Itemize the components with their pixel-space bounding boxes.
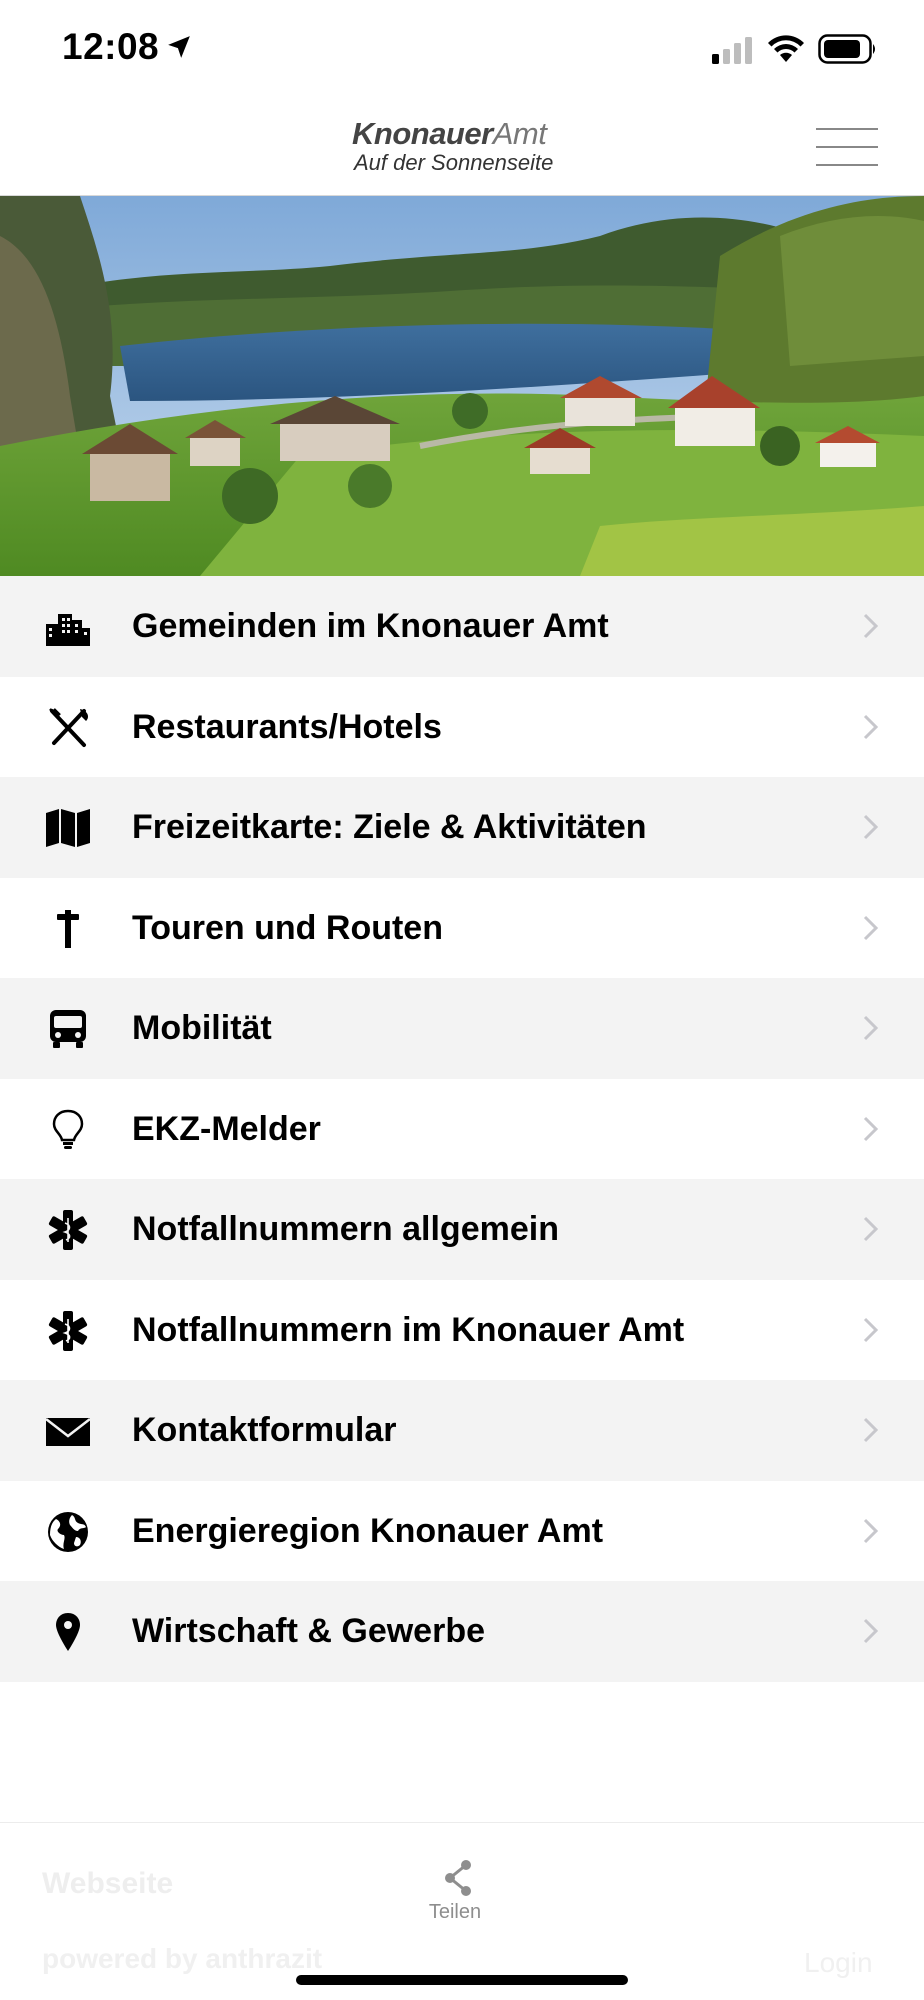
hero-landscape-image: [0, 196, 924, 576]
app-header: KnonauerAmt Auf der Sonnenseite: [0, 100, 924, 196]
status-time: 12:08: [62, 26, 160, 67]
signpost-icon: [57, 909, 79, 948]
faded-webseite-link[interactable]: Webseite: [42, 1867, 173, 1901]
menu-item-label: Wirtschaft & Gewerbe: [132, 1612, 485, 1650]
envelope-icon: [45, 1418, 91, 1446]
chevron-right-icon: [863, 1417, 879, 1443]
signal-icon: [712, 37, 752, 64]
star-of-life-icon: [48, 1210, 88, 1250]
menu-item-label: Freizeitkarte: Ziele & Aktivitäten: [132, 808, 647, 846]
logo-bold-text: Knonauer: [352, 116, 493, 151]
menu-item-energieregion[interactable]: Energieregion Knonauer Amt: [0, 1480, 924, 1581]
city-buildings-icon: [46, 614, 90, 646]
hamburger-menu-icon[interactable]: [816, 126, 878, 168]
chevron-right-icon: [863, 1015, 879, 1041]
wifi-icon: [768, 35, 804, 62]
menu-item-label: Touren und Routen: [132, 908, 443, 947]
star-of-life-icon: [48, 1310, 88, 1351]
home-indicator[interactable]: [296, 1975, 628, 1985]
menu-item-mobilitaet[interactable]: Mobilität: [0, 978, 924, 1079]
menu-item-label: Kontaktformular: [132, 1411, 397, 1449]
share-icon: [445, 1860, 471, 1896]
chevron-right-icon: [863, 714, 879, 739]
menu-item-label: EKZ-Melder: [132, 1109, 321, 1148]
chevron-right-icon: [863, 1317, 879, 1342]
menu-item-ekz-melder[interactable]: EKZ-Melder: [0, 1078, 924, 1179]
bottom-bar: Webseite powered by anthrazit Login Teil…: [0, 1822, 924, 2000]
app-logo[interactable]: KnonauerAmt Auf der Sonnenseite: [352, 118, 572, 176]
menu-item-label: Energieregion Knonauer Amt: [132, 1511, 604, 1550]
chevron-right-icon: [863, 1116, 879, 1141]
menu-item-label: Notfallnummern allgemein: [132, 1210, 559, 1248]
share-button[interactable]: Teilen: [420, 1839, 490, 1929]
main-menu-list: Gemeinden im Knonauer Amt Restaurants/Ho…: [0, 576, 924, 1682]
menu-item-kontaktformular[interactable]: Kontaktformular: [0, 1380, 924, 1481]
chevron-right-icon: [863, 814, 879, 840]
menu-item-wirtschaft[interactable]: Wirtschaft & Gewerbe: [0, 1581, 924, 1682]
menu-item-notfall-allgemein[interactable]: Notfallnummern allgemein: [0, 1179, 924, 1280]
logo-tagline: Auf der Sonnenseite: [354, 150, 554, 175]
map-icon: [46, 809, 90, 847]
menu-item-freizeitkarte[interactable]: Freizeitkarte: Ziele & Aktivitäten: [0, 777, 924, 878]
menu-item-label: Mobilität: [132, 1009, 272, 1047]
status-bar: 12:08: [0, 0, 924, 100]
menu-item-label: Notfallnummern im Knonauer Amt: [132, 1310, 685, 1349]
menu-item-notfall-knonauer[interactable]: Notfallnummern im Knonauer Amt: [0, 1279, 924, 1380]
menu-item-gemeinden[interactable]: Gemeinden im Knonauer Amt: [0, 576, 924, 677]
menu-item-label: Gemeinden im Knonauer Amt: [132, 607, 609, 645]
map-pin-icon: [56, 1613, 80, 1651]
faded-login-link[interactable]: Login: [804, 1947, 873, 1979]
logo-light-text: Amt: [492, 116, 547, 151]
chevron-right-icon: [863, 613, 879, 639]
lightbulb-icon: [52, 1109, 84, 1149]
share-label: Teilen: [428, 1901, 482, 1923]
menu-item-touren[interactable]: Touren und Routen: [0, 877, 924, 978]
battery-icon: [818, 34, 875, 64]
location-arrow-icon: [168, 36, 190, 58]
globe-icon: [48, 1511, 88, 1552]
faded-powered-by-text: powered by anthrazit: [42, 1943, 323, 1974]
menu-item-restaurants[interactable]: Restaurants/Hotels: [0, 676, 924, 777]
bus-icon: [50, 1010, 86, 1048]
chevron-right-icon: [863, 915, 879, 940]
chevron-right-icon: [863, 1618, 879, 1644]
menu-item-label: Restaurants/Hotels: [132, 707, 442, 746]
chevron-right-icon: [863, 1216, 879, 1242]
fork-knife-icon: [49, 707, 88, 747]
chevron-right-icon: [863, 1518, 879, 1543]
